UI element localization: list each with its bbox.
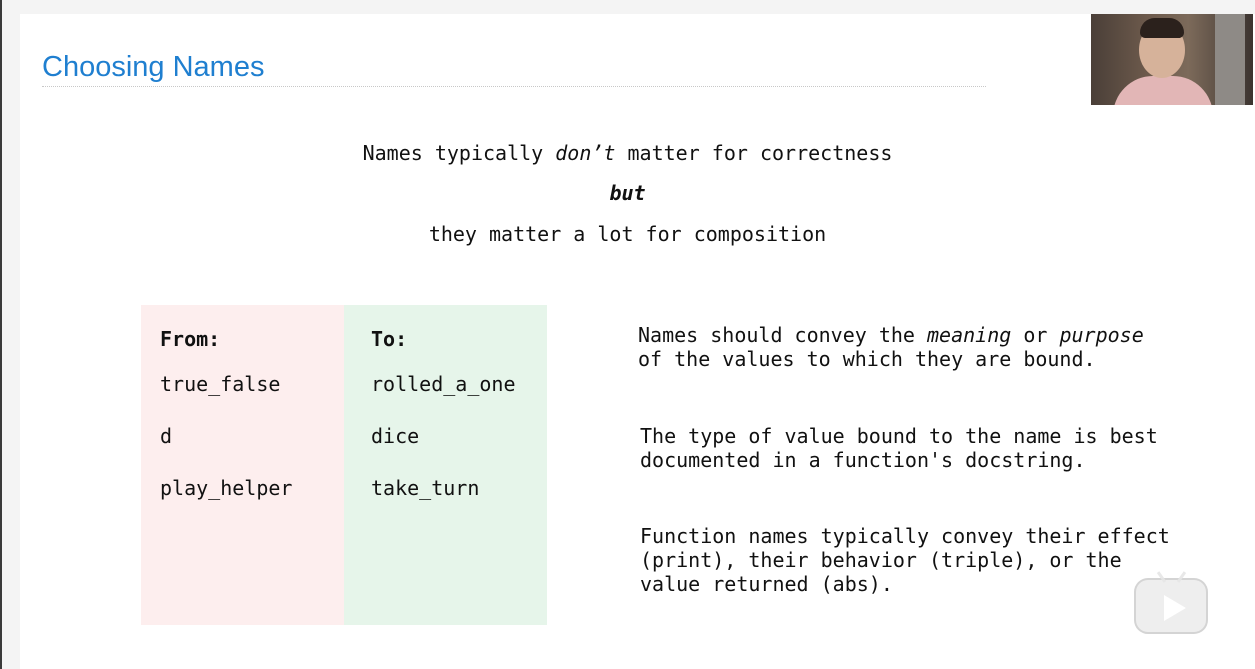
webcam-feed — [1091, 14, 1253, 105]
note-function-names: Function names typically convey their ef… — [640, 524, 1200, 596]
webcam-presenter-hair — [1140, 18, 1184, 38]
note-meaning-purpose: Names should convey the meaning or purpo… — [638, 323, 1198, 371]
intro-line-2: but — [609, 181, 646, 205]
slide-title: Choosing Names — [42, 51, 265, 83]
note-1-purpose: purpose — [1059, 323, 1144, 347]
note-1-or: or — [1011, 323, 1060, 347]
intro-line-3: they matter a lot for composition — [428, 222, 827, 246]
note-1-line-2: of the values to which they are bound. — [638, 347, 1096, 371]
play-icon — [1164, 595, 1186, 621]
note-3-line-3: value returned (abs). — [640, 572, 893, 596]
to-header: To: — [371, 327, 408, 351]
to-cell-3: take_turn — [371, 476, 480, 500]
title-divider — [42, 86, 986, 87]
note-1-meaning: meaning — [926, 323, 1012, 347]
from-header: From: — [160, 327, 221, 351]
intro-line-1-emphasis: don’t — [555, 141, 616, 165]
webcam-background-window — [1215, 14, 1245, 105]
from-cell-2: d — [160, 424, 173, 448]
from-cell-1: true_false — [160, 372, 281, 396]
note-type-docstring: The type of value bound to the name is b… — [640, 424, 1200, 472]
note-1-text-a: Names should convey the — [638, 323, 927, 347]
from-column — [141, 305, 344, 625]
to-column — [344, 305, 547, 625]
intro-line-1-pre: Names typically — [362, 141, 556, 165]
note-3-line-2: (print), their behavior (triple), or the — [640, 548, 1122, 572]
intro-line-1: Names typically don’t matter for correct… — [0, 141, 1255, 165]
to-cell-2: dice — [371, 424, 420, 448]
webcam-presenter-shirt — [1113, 76, 1213, 105]
note-3-line-1: Function names typically convey their ef… — [640, 524, 1170, 548]
play-button[interactable] — [1134, 571, 1208, 634]
note-2-line-1: The type of value bound to the name is b… — [640, 424, 1158, 448]
note-1-line-1: Names should convey the meaning or purpo… — [638, 323, 1198, 347]
to-cell-1: rolled_a_one — [371, 372, 516, 396]
intro-line-1-post: matter for correctness — [615, 141, 893, 165]
from-cell-3: play_helper — [160, 476, 293, 500]
window-edge — [0, 0, 2, 669]
note-2-line-2: documented in a function's docstring. — [640, 448, 1086, 472]
